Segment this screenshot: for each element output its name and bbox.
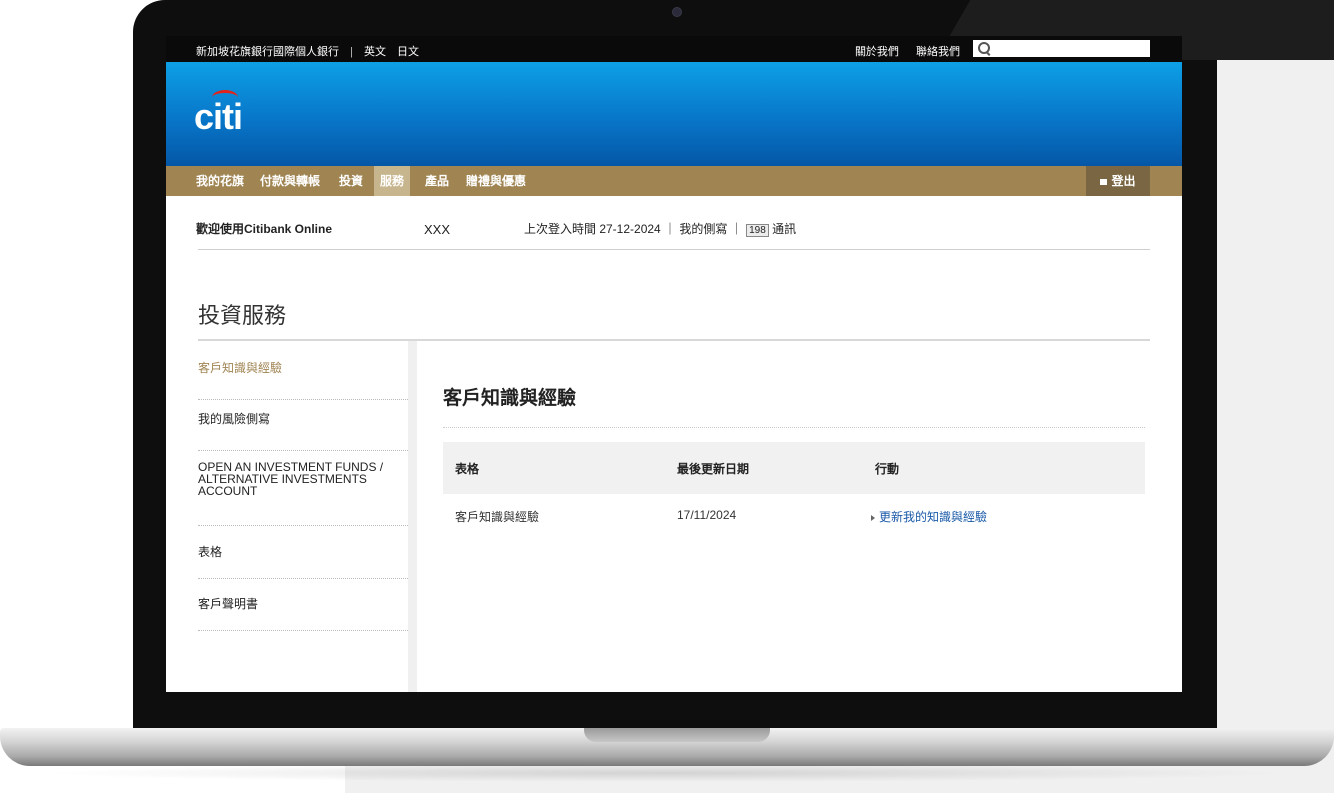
lang-en-link[interactable]: 英文 [364,46,386,58]
table-row: 客戶知識與經驗 17/11/2024 更新我的知識與經驗 [443,494,1145,534]
sidebar: 客戶知識與經驗 我的風險側寫 OPEN AN INVESTMENT FUNDS … [198,341,417,692]
about-link[interactable]: 關於我們 [855,46,899,58]
divider [443,427,1145,429]
logout-button[interactable]: 登出 [1086,166,1150,196]
nav-products[interactable]: 產品 [419,166,455,196]
arrow-right-icon [871,515,875,521]
citi-logo[interactable]: citi [194,96,243,138]
update-knowledge-label: 更新我的知識與經驗 [879,510,988,524]
lang-jp-link[interactable]: 日文 [397,46,419,58]
messages-link[interactable]: 通訊 [772,222,796,236]
sidebar-item-open-account[interactable]: OPEN AN INVESTMENT FUNDS / ALTERNATIVE I… [198,461,408,526]
laptop-notch [584,728,770,742]
search-input[interactable] [973,40,1150,57]
sidebar-item-declaration[interactable]: 客戶聲明書 [198,595,408,631]
camera-icon [672,7,682,17]
sidebar-item-risk-profile[interactable]: 我的風險側寫 [198,410,408,451]
update-knowledge-link[interactable]: 更新我的知識與經驗 [871,508,987,525]
top-separator: | [350,46,353,58]
sidebar-item-forms[interactable]: 表格 [198,543,408,579]
sidebar-item-knowledge[interactable]: 客戶知識與經驗 [198,359,408,400]
column-header-date: 最後更新日期 [677,462,750,476]
welcome-text: 歡迎使用Citibank Online [196,222,333,236]
cell-date: 17/11/2024 [677,508,737,522]
username: XXX [424,222,451,237]
site-name: 新加坡花旗銀行國際個人銀行 [196,46,339,58]
last-login-text: 上次登入時間 27-12-2024 ｜ 我的側寫 ｜ [524,222,743,236]
lock-icon [1100,179,1108,185]
contact-link[interactable]: 聯絡我們 [916,46,960,58]
main-nav: 我的花旗 付款與轉帳 投資 服務 產品 贈禮與優惠 登出 [166,166,1182,196]
content-title: 客戶知識與經驗 [443,388,577,409]
messages-count-badge[interactable]: 198 [746,224,769,237]
browser-screen: 新加坡花旗銀行國際個人銀行 | 英文 日文 關於我們 聯絡我們 citi 我的花… [166,36,1182,692]
divider [198,249,1150,250]
nav-investments[interactable]: 投資 [333,166,369,196]
last-login-bar: 上次登入時間 27-12-2024 ｜ 我的側寫 ｜ 198 通訊 [524,220,796,237]
table-header: 表格 最後更新日期 行動 [443,442,1145,494]
column-header-action: 行動 [875,462,900,476]
search-icon-handle [985,51,991,56]
nav-services[interactable]: 服務 [374,166,411,196]
logout-label: 登出 [1111,174,1136,188]
page-title: 投資服務 [198,303,287,328]
nav-payments[interactable]: 付款與轉帳 [254,166,326,196]
header-banner: citi [166,62,1182,166]
nav-rewards[interactable]: 贈禮與優惠 [460,166,532,196]
cell-form: 客戶知識與經驗 [455,510,540,524]
column-header-form: 表格 [455,462,480,476]
laptop-shadow [40,764,1294,782]
top-bar: 新加坡花旗銀行國際個人銀行 | 英文 日文 關於我們 聯絡我們 [166,36,1182,62]
nav-my-citi[interactable]: 我的花旗 [190,166,250,196]
